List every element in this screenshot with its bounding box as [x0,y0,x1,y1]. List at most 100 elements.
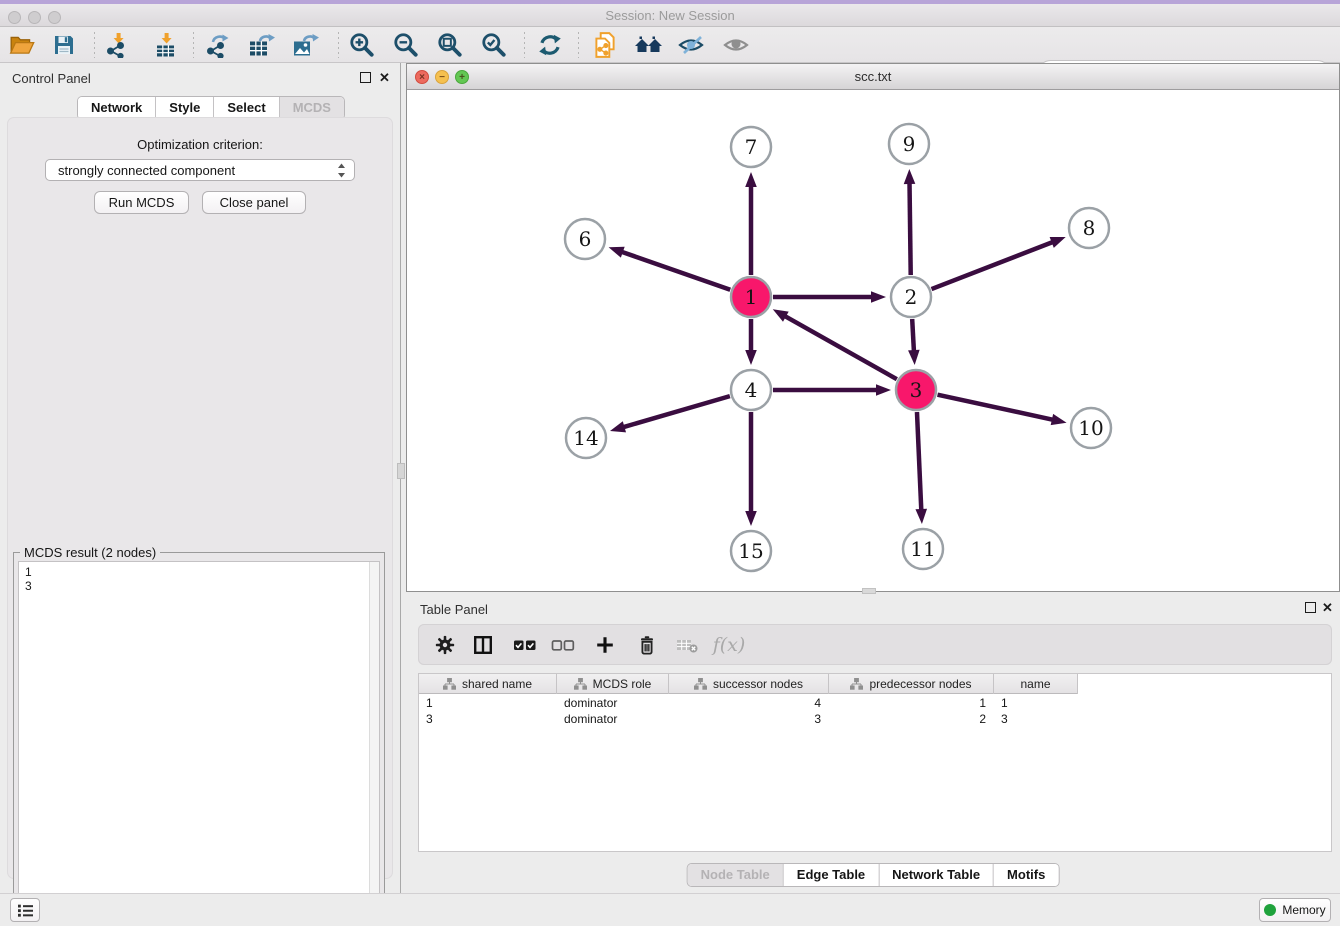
export-network-icon[interactable] [201,30,235,60]
zoom-selected-icon[interactable] [477,30,511,60]
table-cell[interactable]: 1 [419,695,557,711]
criterion-dropdown[interactable]: strongly connected component [45,159,355,181]
column-header-shared-name[interactable]: shared name [419,674,557,694]
edge-1-4[interactable] [745,319,757,365]
table-row[interactable]: 3dominator323 [419,711,1078,727]
table-tab-network-table[interactable]: Network Table [878,864,993,886]
node-9[interactable]: 9 [889,124,929,164]
application-window: Session: New Session [0,0,1340,926]
refresh-layout-icon[interactable] [533,30,567,60]
export-table-icon[interactable] [245,30,279,60]
add-column-icon[interactable] [586,629,624,661]
tab-select[interactable]: Select [213,97,278,119]
table-cell[interactable]: 3 [419,711,557,727]
table-tab-edge-table[interactable]: Edge Table [783,864,878,886]
memory-button[interactable]: Memory [1259,898,1331,922]
deselect-all-icon[interactable] [544,629,582,661]
node-table[interactable]: shared nameMCDS rolesuccessor nodesprede… [418,673,1332,852]
function-builder-icon[interactable]: f(x) [710,629,748,661]
edge-1-2[interactable] [773,291,886,303]
close-panel-button[interactable]: Close panel [202,191,306,214]
node-4[interactable]: 4 [731,370,771,410]
edge-3-11[interactable] [915,412,927,524]
edge-1-7[interactable] [745,172,757,275]
import-network-icon[interactable] [101,30,135,60]
node-6[interactable]: 6 [565,219,605,259]
node-label: 3 [910,378,923,402]
horizontal-splitter-handle[interactable] [862,588,876,594]
mcds-result-text[interactable]: 1 3 [18,561,380,919]
table-cell[interactable]: dominator [557,711,669,727]
table-cell[interactable]: 2 [829,711,994,727]
task-history-button[interactable] [10,898,40,922]
column-header-successor-nodes[interactable]: successor nodes [669,674,829,694]
column-header-name[interactable]: name [994,674,1078,694]
memory-label: Memory [1282,903,1325,917]
tab-network[interactable]: Network [78,97,155,119]
open-file-icon[interactable] [5,30,39,60]
table-cell[interactable]: 1 [994,695,1078,711]
network-window-titlebar[interactable]: × − + scc.txt [407,64,1339,90]
edge-2-8[interactable] [932,237,1066,289]
columns-icon[interactable] [464,629,502,661]
table-row[interactable]: 1dominator411 [419,695,1078,711]
result-scrollbar[interactable] [369,562,379,918]
table-cell[interactable]: 3 [994,711,1078,727]
node-15[interactable]: 15 [731,531,771,571]
edge-4-3[interactable] [773,384,891,396]
toolbar-separator [338,32,339,58]
window-title: Session: New Session [0,8,1340,23]
edge-3-1[interactable] [773,309,897,379]
node-14[interactable]: 14 [566,418,606,458]
first-neighbors-icon[interactable] [632,30,666,60]
node-8[interactable]: 8 [1069,208,1109,248]
import-table-icon[interactable] [149,30,183,60]
close-table-panel-icon[interactable]: ✕ [1322,600,1333,616]
memory-status-icon [1264,904,1276,916]
export-image-icon[interactable] [289,30,323,60]
show-all-icon[interactable] [720,30,754,60]
edge-4-15[interactable] [745,412,757,526]
delete-table-icon[interactable] [668,629,706,661]
save-session-icon[interactable] [47,30,81,60]
column-header-mcds-role[interactable]: MCDS role [557,674,669,694]
float-panel-icon[interactable] [360,72,371,83]
node-1[interactable]: 1 [731,277,771,317]
table-cell[interactable]: 1 [829,695,994,711]
table-tab-node-table[interactable]: Node Table [688,864,783,886]
control-panel-title: Control Panel [12,71,91,86]
vertical-splitter-handle[interactable] [397,463,405,479]
hide-selected-icon[interactable] [675,30,709,60]
table-cell[interactable]: 4 [669,695,829,711]
float-table-panel-icon[interactable] [1305,602,1316,613]
edge-4-14[interactable] [610,396,730,432]
edge-2-3[interactable] [908,319,920,365]
column-header-predecessor-nodes[interactable]: predecessor nodes [829,674,994,694]
node-10[interactable]: 10 [1071,408,1111,448]
zoom-fit-icon[interactable] [433,30,467,60]
edge-3-10[interactable] [937,395,1066,426]
node-label: 1 [745,285,758,309]
copy-network-icon[interactable] [588,30,622,60]
network-canvas[interactable]: 7961284314101511 [407,90,1339,591]
run-mcds-button[interactable]: Run MCDS [94,191,189,214]
node-3[interactable]: 3 [896,370,936,410]
node-7[interactable]: 7 [731,127,771,167]
node-2[interactable]: 2 [891,277,931,317]
edge-1-6[interactable] [609,247,731,290]
table-cell[interactable]: dominator [557,695,669,711]
table-cell[interactable]: 3 [669,711,829,727]
delete-column-icon[interactable] [628,629,666,661]
toolbar-separator [524,32,525,58]
tab-style[interactable]: Style [155,97,213,119]
tab-mcds[interactable]: MCDS [279,97,344,119]
network-graph[interactable]: 7961284314101511 [407,90,1339,591]
zoom-in-icon[interactable] [345,30,379,60]
select-all-icon[interactable] [506,629,544,661]
node-11[interactable]: 11 [903,529,943,569]
zoom-out-icon[interactable] [389,30,423,60]
gear-icon[interactable] [426,629,464,661]
close-panel-icon[interactable]: ✕ [379,70,390,86]
table-tab-motifs[interactable]: Motifs [993,864,1058,886]
edge-2-9[interactable] [904,169,916,275]
